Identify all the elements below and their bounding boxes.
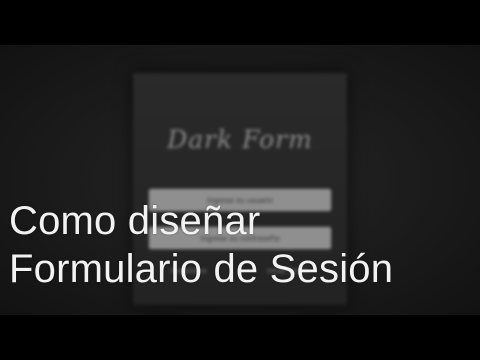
overlay-line-2: Formulario de Sesión xyxy=(9,247,394,291)
letterbox-top xyxy=(0,0,480,45)
form-title: Dark Form xyxy=(167,125,313,154)
letterbox-bottom xyxy=(0,315,480,360)
video-title-overlay: Como diseñar Formulario de Sesión xyxy=(9,197,393,293)
overlay-line-1: Como diseñar xyxy=(9,199,261,243)
